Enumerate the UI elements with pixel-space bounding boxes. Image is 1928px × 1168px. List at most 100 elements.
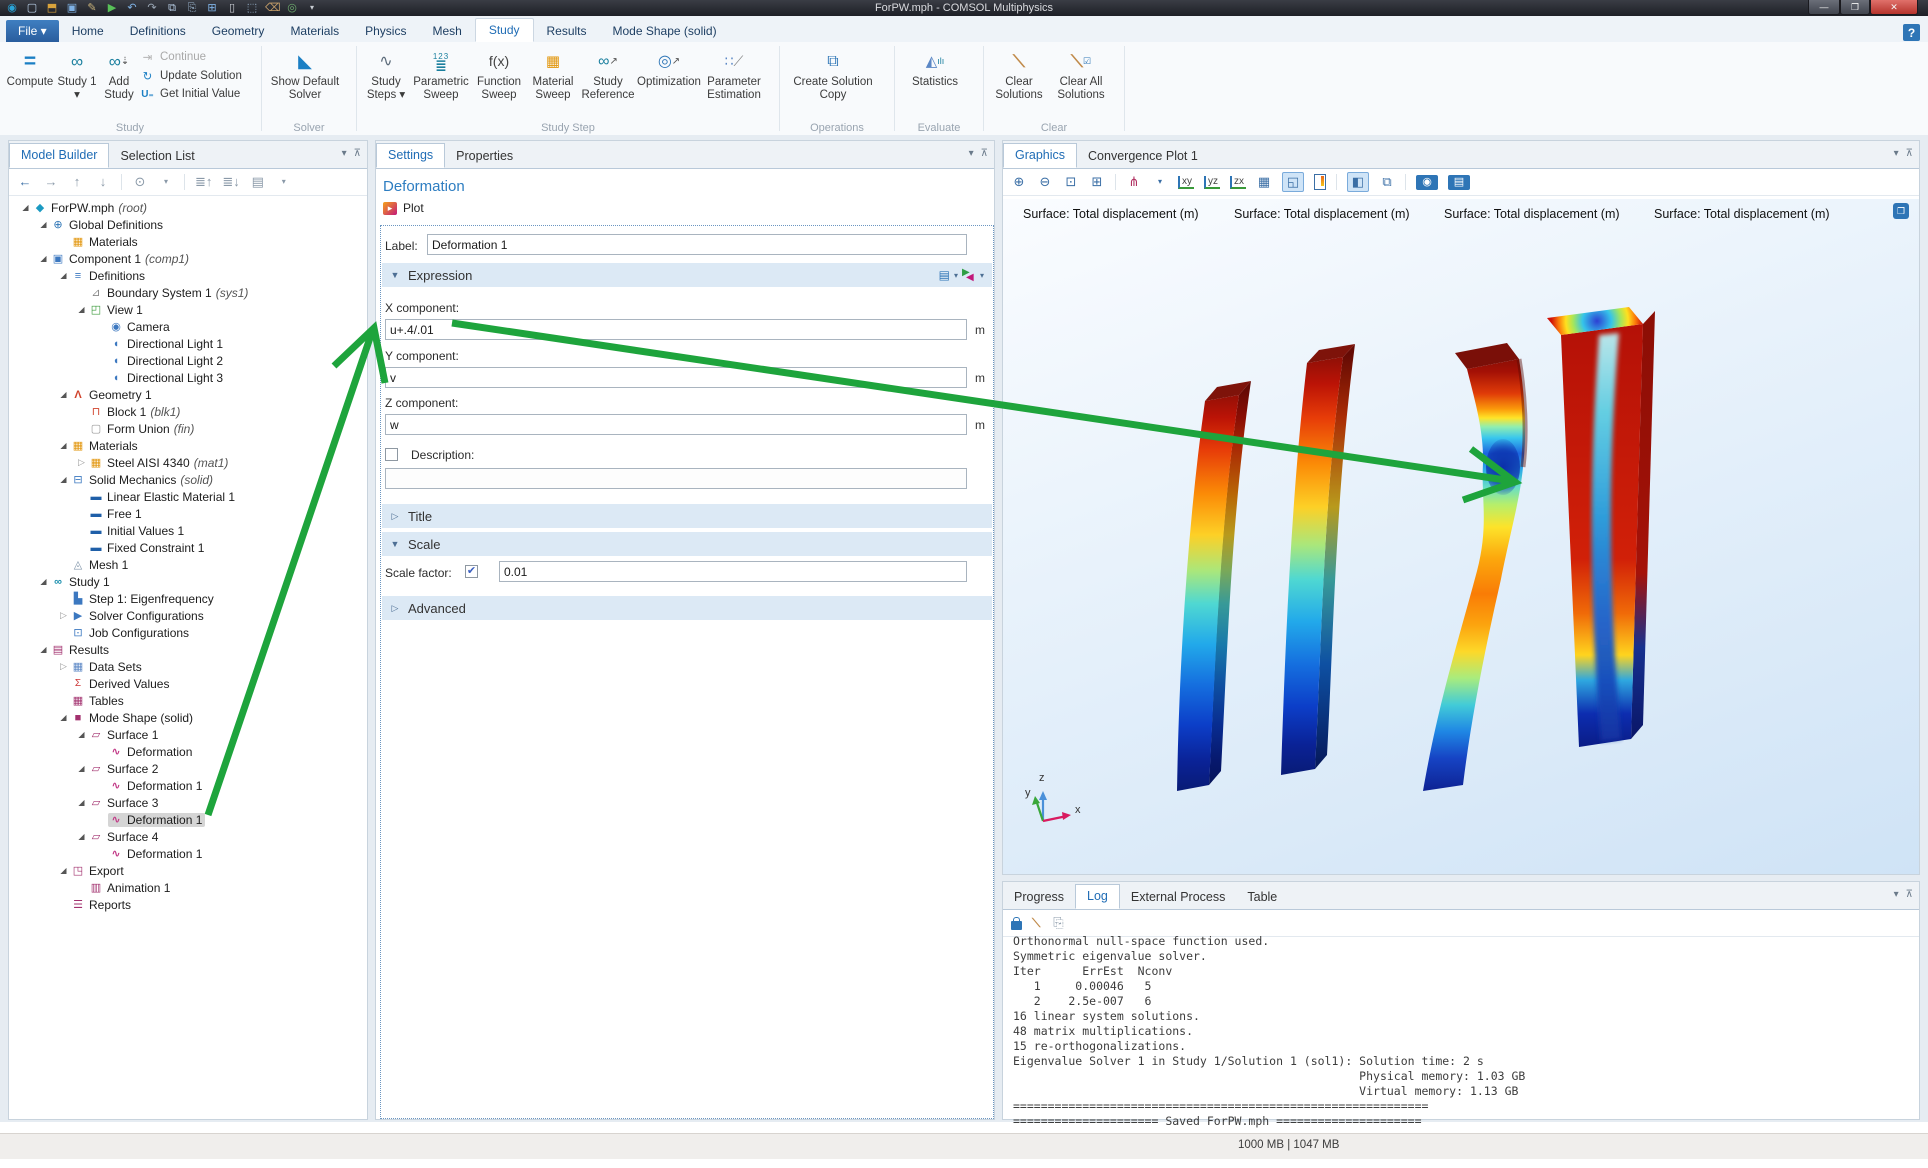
tree-item-form-union[interactable]: ▢Form Union(fin) bbox=[9, 420, 367, 437]
view-xy-icon[interactable]: xy bbox=[1178, 176, 1194, 189]
copy-icon[interactable]: ⧉ bbox=[165, 1, 179, 15]
tree-item-data-sets[interactable]: ▷▦Data Sets bbox=[9, 658, 367, 675]
tree-item-mesh1[interactable]: ◬Mesh 1 bbox=[9, 556, 367, 573]
tab-graphics[interactable]: Graphics bbox=[1003, 143, 1077, 168]
tree-item-export[interactable]: ◢◳Export bbox=[9, 862, 367, 879]
pin-icon[interactable]: ⊼ bbox=[1906, 148, 1913, 159]
expand-all-icon[interactable]: ≣↓ bbox=[222, 173, 239, 191]
tree-item-steel[interactable]: ▷▦Steel AISI 4340(mat1) bbox=[9, 454, 367, 471]
node-text-caret-icon[interactable]: ▾ bbox=[276, 173, 292, 191]
tree-item-surface2[interactable]: ◢▱Surface 2 bbox=[9, 760, 367, 777]
show-default-solver-button[interactable]: ◣ Show Default Solver bbox=[267, 44, 343, 102]
tree-item-directional-light2[interactable]: ◖Directional Light 2 bbox=[9, 352, 367, 369]
evaluate-icon[interactable]: ▶◀ bbox=[962, 269, 976, 281]
show-icon[interactable]: ⊙ bbox=[132, 173, 148, 191]
detach-plot-icon[interactable]: ❐ bbox=[1893, 203, 1909, 219]
tree-item-fixed-constraint[interactable]: ▬Fixed Constraint 1 bbox=[9, 539, 367, 556]
tab-table[interactable]: Table bbox=[1236, 886, 1288, 909]
tree-item-tables[interactable]: ▦Tables bbox=[9, 692, 367, 709]
tab-study[interactable]: Study bbox=[475, 18, 534, 42]
statistics-button[interactable]: ◭ılı Statistics bbox=[900, 44, 970, 89]
collapse-all-icon[interactable]: ≣↑ bbox=[195, 173, 212, 191]
graphics-canvas[interactable]: Surface: Total displacement (m) Surface:… bbox=[1003, 199, 1919, 874]
tree-item-initial-values[interactable]: ▬Initial Values 1 bbox=[9, 522, 367, 539]
tree-item-directional-light3[interactable]: ◖Directional Light 3 bbox=[9, 369, 367, 386]
help-button[interactable]: ? bbox=[1903, 24, 1920, 41]
tree-item-surface3[interactable]: ◢▱Surface 3 bbox=[9, 794, 367, 811]
tree-item-solver-configurations[interactable]: ▷▶Solver Configurations bbox=[9, 607, 367, 624]
select-box-icon[interactable]: ⬚ bbox=[245, 1, 259, 15]
study-steps-button[interactable]: ∿ Study Steps ▾ bbox=[362, 44, 410, 102]
color-legend-icon[interactable] bbox=[1314, 174, 1326, 190]
clear-log-icon[interactable]: ⟍ bbox=[1032, 916, 1040, 931]
redo-icon[interactable]: ↷ bbox=[145, 1, 159, 15]
get-initial-value-button[interactable]: U₌ Get Initial Value bbox=[140, 88, 242, 100]
panel-menu-icon[interactable]: ▾ bbox=[1894, 148, 1899, 159]
tab-mode-shape[interactable]: Mode Shape (solid) bbox=[600, 20, 730, 42]
duplicate-icon[interactable]: ⊞ bbox=[205, 1, 219, 15]
caret-icon[interactable]: ▾ bbox=[954, 271, 958, 280]
close-button[interactable]: ✕ bbox=[1870, 0, 1918, 15]
panel-menu-icon[interactable]: ▾ bbox=[1894, 889, 1899, 900]
clear-solutions-button[interactable]: ⟍ Clear Solutions bbox=[989, 44, 1049, 102]
new-file-icon[interactable]: ▢ bbox=[25, 1, 39, 15]
back-icon[interactable]: ← bbox=[17, 173, 33, 191]
node-text-icon[interactable]: ▤ bbox=[250, 173, 266, 191]
print-icon[interactable]: ▤ bbox=[1448, 175, 1470, 190]
tree-item-boundary-system[interactable]: ⊿Boundary System 1(sys1) bbox=[9, 284, 367, 301]
minimize-button[interactable]: — bbox=[1808, 0, 1840, 15]
optimization-button[interactable]: ◎↗ Optimization bbox=[636, 44, 702, 89]
panel-menu-icon[interactable]: ▾ bbox=[342, 148, 347, 159]
scene-settings-icon[interactable]: ◱ bbox=[1282, 172, 1304, 192]
parameter-estimation-button[interactable]: ∷⟋ Parameter Estimation bbox=[702, 44, 766, 102]
tree-item-animation1[interactable]: ▥Animation 1 bbox=[9, 879, 367, 896]
tree-item-step1-eigenfrequency[interactable]: ▙Step 1: Eigenfrequency bbox=[9, 590, 367, 607]
tree-item-materials-global[interactable]: ▦Materials bbox=[9, 233, 367, 250]
tab-home[interactable]: Home bbox=[59, 20, 117, 42]
tree-item-component1[interactable]: ◢▣Component 1(comp1) bbox=[9, 250, 367, 267]
plot-button[interactable]: ▸ Plot bbox=[383, 201, 424, 215]
tab-definitions[interactable]: Definitions bbox=[117, 20, 199, 42]
scroll-lock-icon[interactable] bbox=[1011, 921, 1022, 930]
clear-all-solutions-button[interactable]: ⟍☑ Clear All Solutions bbox=[1049, 44, 1113, 102]
add-study-button[interactable]: ∞⇣ Add Study bbox=[98, 44, 140, 102]
zoom-extents-icon[interactable]: ⊞ bbox=[1089, 173, 1105, 191]
scale-factor-checkbox[interactable]: ✔ bbox=[465, 565, 478, 578]
forward-icon[interactable]: → bbox=[43, 173, 59, 191]
clipping-icon[interactable]: ⧉ bbox=[1379, 173, 1395, 191]
restore-button[interactable]: ❐ bbox=[1840, 0, 1870, 15]
grid-icon[interactable]: ▦ bbox=[1256, 173, 1272, 191]
delete-icon[interactable]: ▯ bbox=[225, 1, 239, 15]
create-solution-copy-button[interactable]: ⧉ Create Solution Copy bbox=[785, 44, 881, 102]
save-as-icon[interactable]: ✎ bbox=[85, 1, 99, 15]
section-expression[interactable]: ▼Expression ▤▾ ▶◀▾ bbox=[382, 263, 992, 287]
tree-item-surface1[interactable]: ◢▱Surface 1 bbox=[9, 726, 367, 743]
tree-item-camera[interactable]: ◉Camera bbox=[9, 318, 367, 335]
panel-menu-icon[interactable]: ▾ bbox=[969, 148, 974, 159]
tree-item-definitions[interactable]: ◢≡Definitions bbox=[9, 267, 367, 284]
tree-item-deformation-4[interactable]: ∿Deformation 1 bbox=[9, 845, 367, 862]
tab-progress[interactable]: Progress bbox=[1003, 886, 1075, 909]
scale-factor-input[interactable] bbox=[499, 561, 967, 582]
tab-settings[interactable]: Settings bbox=[376, 143, 445, 168]
section-advanced[interactable]: ▷Advanced bbox=[382, 596, 992, 620]
tree-item-linear-elastic[interactable]: ▬Linear Elastic Material 1 bbox=[9, 488, 367, 505]
tab-model-builder[interactable]: Model Builder bbox=[9, 143, 109, 168]
save-icon[interactable]: ▣ bbox=[65, 1, 79, 15]
tab-file[interactable]: File ▾ bbox=[6, 20, 59, 42]
view-caret-icon[interactable]: ▾ bbox=[1152, 173, 1168, 191]
tree-item-study1[interactable]: ◢∞Study 1 bbox=[9, 573, 367, 590]
show-caret-icon[interactable]: ▾ bbox=[158, 173, 174, 191]
tab-convergence-plot[interactable]: Convergence Plot 1 bbox=[1077, 145, 1209, 168]
label-input[interactable] bbox=[427, 234, 967, 255]
move-down-icon[interactable]: ↓ bbox=[95, 173, 111, 191]
y-component-input[interactable] bbox=[385, 367, 967, 388]
function-sweep-button[interactable]: f(x) Function Sweep bbox=[472, 44, 526, 102]
tree-item-surface4[interactable]: ◢▱Surface 4 bbox=[9, 828, 367, 845]
tree-item-view1[interactable]: ◢◰View 1 bbox=[9, 301, 367, 318]
continue-button[interactable]: ⇥ Continue bbox=[140, 50, 242, 64]
parametric-sweep-button[interactable]: 123≣ Parametric Sweep bbox=[410, 44, 472, 102]
tree-item-root[interactable]: ◢◆ForPW.mph(root) bbox=[9, 199, 367, 216]
tree-item-global-definitions[interactable]: ◢⊕Global Definitions bbox=[9, 216, 367, 233]
zoom-in-icon[interactable]: ⊕ bbox=[1011, 173, 1027, 191]
